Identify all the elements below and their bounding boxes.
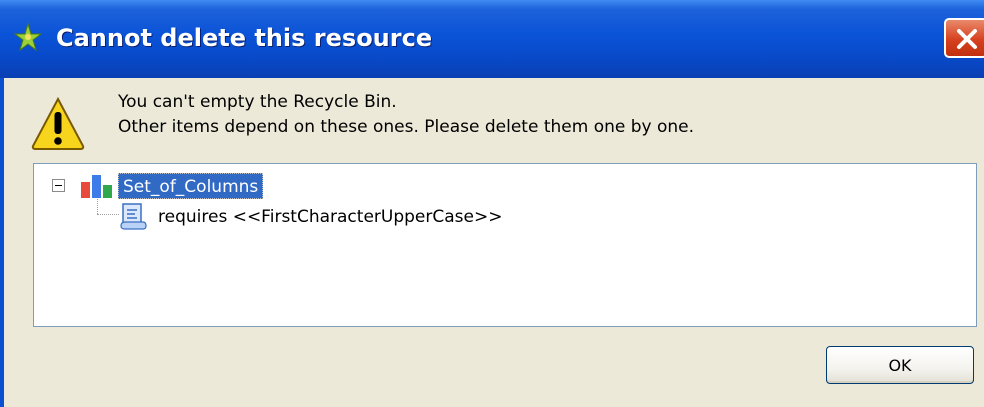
- tree-node-child[interactable]: requires <<FirstCharacterUpperCase>>: [158, 204, 502, 230]
- window-frame: [0, 78, 4, 407]
- dialog-title: Cannot delete this resource: [56, 24, 433, 52]
- tree-connector: [97, 196, 98, 214]
- dialog-titlebar[interactable]: Cannot delete this resource: [0, 0, 984, 78]
- close-icon: [957, 29, 977, 49]
- tree-connector: [97, 214, 119, 215]
- close-button[interactable]: [944, 18, 984, 58]
- dependency-tree[interactable]: Set_of_Columns requires <<FirstCharacter…: [33, 163, 977, 327]
- collapse-toggle[interactable]: [52, 179, 65, 192]
- message-line-1: You can't empty the Recycle Bin.: [118, 92, 397, 112]
- sparkle-icon: [13, 22, 43, 52]
- tree-node-root[interactable]: Set_of_Columns: [118, 173, 264, 199]
- message-line-2: Other items depend on these ones. Please…: [118, 117, 695, 137]
- columns-set-icon: [81, 175, 112, 198]
- rule-document-icon: [120, 203, 147, 230]
- ok-button[interactable]: OK: [826, 346, 974, 384]
- warning-icon: [31, 96, 85, 150]
